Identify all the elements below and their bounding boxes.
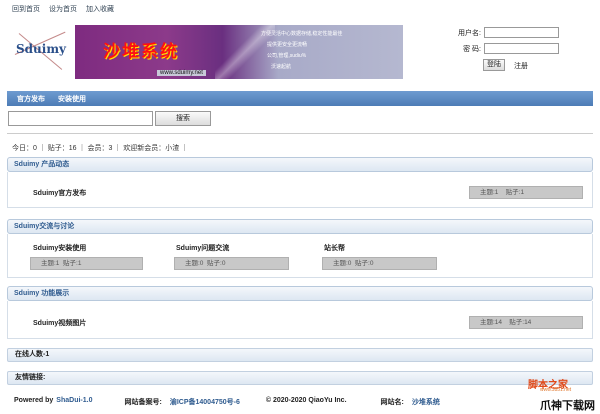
- section-body-features: Sduimy视频图片 主题:14 贴子:14: [7, 301, 593, 339]
- forum-name[interactable]: Sduimy官方发布: [33, 188, 86, 198]
- friend-links-bar: 友情链接:: [7, 371, 593, 385]
- copyright: © 2020-2020 QiaoYu Inc.: [265, 397, 347, 404]
- forum-name[interactable]: Sduimy视频图片: [33, 318, 86, 328]
- forum-name[interactable]: Sduimy安装使用: [33, 243, 86, 253]
- nav-item-install[interactable]: 安装使用: [58, 94, 86, 104]
- section-header-product-news[interactable]: Sduimy 产品动态: [7, 157, 593, 172]
- site-banner: 沙堆系统 www.sduimy.net 方便灵活中心数据存储,稳定性能最佳 提供…: [75, 25, 403, 79]
- forum-stats: 今日：0 ｜ 贴子：16 ｜ 会员：3 ｜ 欢迎新会员：小渣 ｜: [12, 145, 189, 152]
- site-logo[interactable]: Sduimy: [14, 31, 67, 76]
- powered-by-label: Powered by: [14, 397, 54, 404]
- forum-name[interactable]: 站长帮: [324, 243, 345, 253]
- banner-slogans: 方便灵活中心数据存储,稳定性能最佳 提供更安全更流畅 公司,管理,sudiu% …: [261, 29, 381, 73]
- banner-url: www.sduimy.net: [157, 70, 206, 76]
- forum-stats-badge: 主题:0 贴子:0: [322, 257, 437, 270]
- add-favorite-link[interactable]: 加入收藏: [86, 4, 114, 14]
- site-name-label: 网站名:: [380, 399, 404, 406]
- banner-slogan: 提供更安全更流畅: [267, 42, 308, 48]
- icp-label: 网站备案号:: [124, 399, 162, 406]
- nav-item-official[interactable]: 官方发布: [17, 94, 45, 104]
- username-row: 用户名:: [451, 27, 559, 38]
- forum-stats-badge: 主题:14 贴子:14: [469, 316, 583, 329]
- section-header-discussion[interactable]: Sduimy交流与讨论: [7, 219, 593, 234]
- section-header-features[interactable]: Sduimy 功能展示: [7, 286, 593, 301]
- section-body-product-news: Sduimy官方发布 主题:1 贴子:1: [7, 172, 593, 208]
- watermark-brand: 爪神下载网: [540, 400, 595, 412]
- home-link[interactable]: 回到首页: [12, 4, 40, 14]
- logo-text: Sduimy: [16, 42, 67, 56]
- icp-link[interactable]: 渝ICP备14004750号-6: [170, 397, 240, 407]
- top-links: 回到首页 设为首页 加入收藏: [12, 4, 114, 14]
- forum-stats-badge: 主题:1 贴子:1: [30, 257, 143, 270]
- footer: Powered by ShaDui-1.0 网站备案号: 渝ICP备140047…: [14, 397, 440, 407]
- online-users-bar: 在线人数-1: [7, 348, 593, 362]
- banner-slogan: 公司,管理,sudiu%: [267, 53, 307, 59]
- set-homepage-link[interactable]: 设为首页: [49, 4, 77, 14]
- main-nav: 官方发布 安装使用: [7, 91, 593, 106]
- password-row: 密 码:: [451, 43, 559, 54]
- username-input[interactable]: [484, 27, 559, 38]
- search-input[interactable]: [8, 111, 153, 126]
- username-label: 用户名:: [458, 29, 481, 37]
- section-body-discussion: Sduimy安装使用 主题:1 贴子:1 Sduimy问题交流 主题:0 贴子:…: [7, 234, 593, 278]
- banner-slogan: 沃速起航: [271, 64, 292, 70]
- banner-title: 沙堆系统: [103, 42, 179, 62]
- forum-stats-badge: 主题:1 贴子:1: [469, 186, 583, 199]
- password-input[interactable]: [484, 43, 559, 54]
- forum-stats-badge: 主题:0 贴子:0: [174, 257, 289, 270]
- powered-by-link[interactable]: ShaDui-1.0: [56, 397, 92, 407]
- site-name-link[interactable]: 沙堆系统: [412, 397, 440, 407]
- divider: [7, 133, 593, 134]
- password-label: 密 码:: [463, 45, 481, 53]
- search-button[interactable]: 搜索: [155, 111, 211, 126]
- forum-name[interactable]: Sduimy问题交流: [176, 243, 229, 253]
- watermark-url: www.Jb51.net: [540, 387, 572, 393]
- register-link[interactable]: 注册: [514, 61, 528, 71]
- login-button[interactable]: 登陆: [483, 59, 505, 71]
- banner-slogan: 方便灵活中心数据存储,稳定性能最佳: [261, 31, 343, 37]
